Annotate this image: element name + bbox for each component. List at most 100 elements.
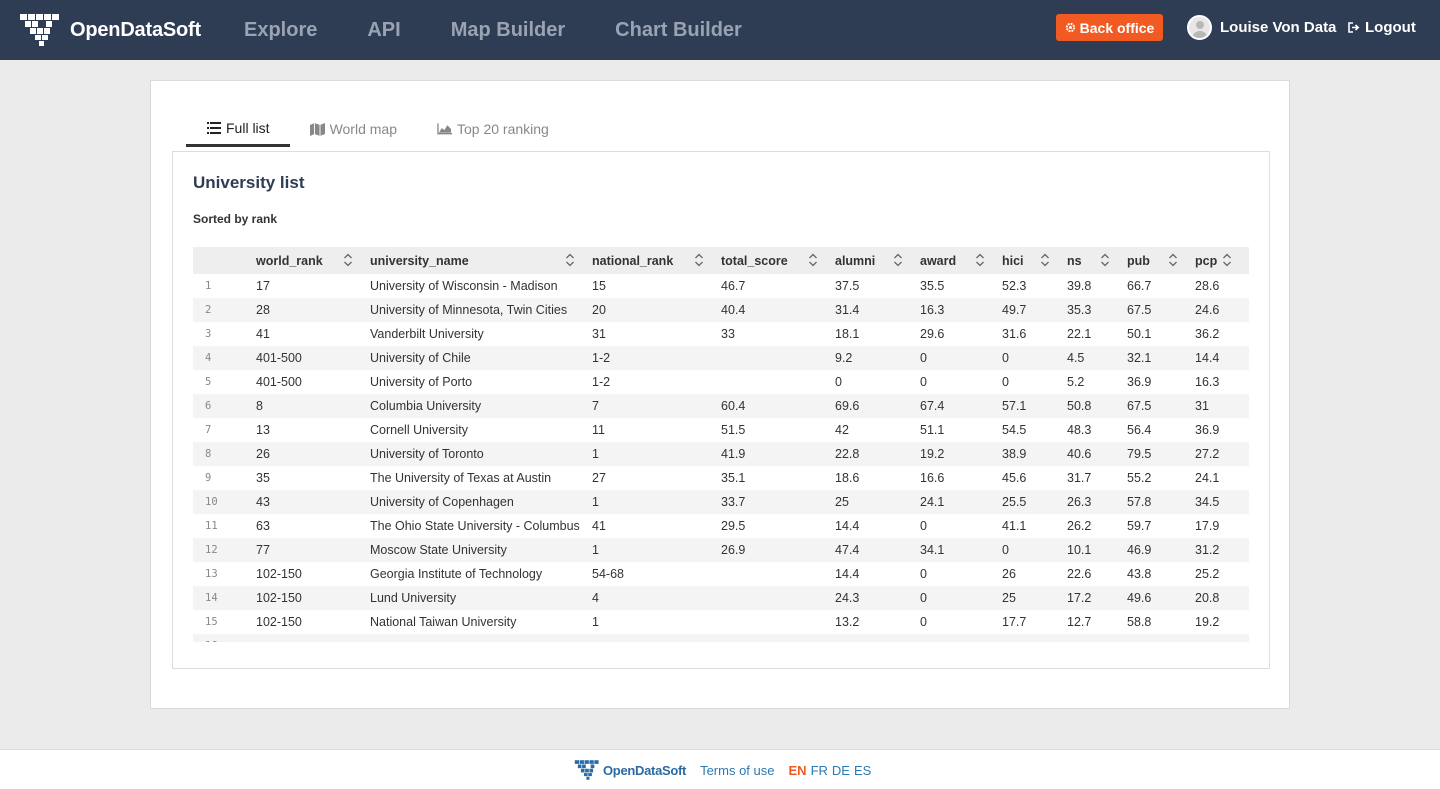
row-index: 5	[205, 376, 212, 388]
cell-hici: 49.7	[1002, 298, 1067, 322]
cell-national-rank: 11	[592, 423, 605, 437]
column-header-label: world_rank	[256, 254, 323, 268]
cell-national-rank: 1	[592, 538, 721, 562]
table-row[interactable]: 16	[193, 634, 1249, 642]
cell-total-score: 51.5	[721, 423, 746, 437]
table-row[interactable]: 7 13 Cornell University 11 51.5 42 51.1 54.5 48.…	[193, 418, 1249, 442]
table-scroll-area[interactable]: world_rank university_name national_rank to…	[193, 247, 1249, 642]
language-switcher: EN FR DE ES	[789, 763, 872, 778]
cell-award: 0	[920, 586, 1002, 610]
column-header-total-score[interactable]: total_score	[721, 247, 835, 274]
sort-icon[interactable]	[1222, 252, 1232, 268]
row-index: 13	[205, 568, 218, 580]
back-office-button[interactable]: Back office	[1056, 14, 1163, 41]
column-header-hici[interactable]: hici	[1002, 247, 1067, 274]
cell-ns: 17.2	[1067, 586, 1127, 610]
row-index: 9	[205, 472, 212, 484]
sort-icon[interactable]	[808, 252, 818, 268]
cell-hici: 57.1	[1002, 394, 1067, 418]
cell-ns: 4.5	[1067, 346, 1127, 370]
footer: OpenDataSoft Terms of use EN FR DE ES	[0, 749, 1440, 789]
nav-map-builder-link[interactable]: Map Builder	[451, 19, 565, 42]
cell-ns: 26.3	[1067, 490, 1127, 514]
sort-icon[interactable]	[565, 252, 575, 268]
cell-national-rank: 15	[592, 279, 606, 293]
nav-explore-link[interactable]: Explore	[244, 19, 317, 42]
table-row[interactable]: 13 102-150 Georgia Institute of Technology…	[193, 562, 1249, 586]
footer-logo-link[interactable]: OpenDataSoft	[574, 759, 686, 781]
column-header-label: university_name	[370, 254, 469, 268]
column-header-pub[interactable]: pub	[1127, 247, 1195, 274]
table-row[interactable]: 10 43 University of Copenhagen 1 33.7 25 24.1 2…	[193, 490, 1249, 514]
nav-chart-builder-link[interactable]: Chart Builder	[615, 19, 742, 42]
sort-icon[interactable]	[343, 252, 353, 268]
sort-icon[interactable]	[893, 252, 903, 268]
column-header-alumni[interactable]: alumni	[835, 247, 920, 274]
user-menu[interactable]: Louise Von Data	[1187, 15, 1336, 40]
list-icon	[206, 121, 221, 135]
table-row[interactable]: 1 17 University of Wisconsin - Madison 15 46…	[193, 274, 1249, 298]
sort-icon[interactable]	[1100, 252, 1110, 268]
logout-link[interactable]: Logout	[1348, 19, 1416, 36]
terms-of-use-link[interactable]: Terms of use	[700, 763, 774, 778]
cell-hici: 41.1	[1002, 519, 1027, 533]
cell-pub: 46.9	[1127, 538, 1195, 562]
column-header-ns[interactable]: ns	[1067, 247, 1127, 274]
language-es-link[interactable]: ES	[854, 763, 871, 778]
nav-api-link[interactable]: API	[367, 19, 400, 42]
table-row[interactable]: 2 28 University of Minnesota, Twin Cities 2…	[193, 298, 1249, 322]
row-index: 11	[205, 520, 218, 532]
table-row[interactable]: 9 35 The University of Texas at Austin 27 35…	[193, 466, 1249, 490]
cell-total-score	[721, 562, 835, 586]
cell-national-rank: 20	[592, 298, 721, 322]
table-row[interactable]: 5 401-500 University of Porto 1-2 0 0 0 5.2 36.9…	[193, 370, 1249, 394]
sort-icon[interactable]	[1040, 252, 1050, 268]
cell-total-score: 60.4	[721, 394, 835, 418]
cell-pub: 56.4	[1127, 423, 1152, 437]
tab-label: World map	[329, 121, 397, 137]
column-header-pcp[interactable]: pcp	[1195, 247, 1249, 274]
row-index: 2	[193, 298, 256, 322]
cell-award: 16.3	[920, 298, 1002, 322]
tab-full-list[interactable]: Full list	[186, 111, 290, 147]
cell-award: 29.6	[920, 327, 945, 341]
cell-total-score	[721, 634, 835, 642]
cell-pcp: 25.2	[1195, 567, 1220, 581]
column-header-university-name[interactable]: university_name	[370, 247, 592, 274]
table-row[interactable]: 14 102-150 Lund University 4 24.3 0 25 17.2 49.6…	[193, 586, 1249, 610]
cell-national-rank: 4	[592, 586, 721, 610]
cell-pcp: 36.2	[1195, 327, 1220, 341]
table-row[interactable]: 4 401-500 University of Chile 1-2 9.2 0 0 4.5 32…	[193, 346, 1249, 370]
cell-university-name	[370, 634, 592, 642]
language-en-link[interactable]: EN	[789, 763, 807, 778]
table-row[interactable]: 11 63 The Ohio State University - Columbus…	[193, 514, 1249, 538]
column-header-award[interactable]: award	[920, 247, 1002, 274]
cell-university-name: The Ohio State University - Columbus	[370, 519, 580, 533]
table-row[interactable]: 8 26 University of Toronto 1 41.9 22.8 19.2 38.…	[193, 442, 1249, 466]
table-row[interactable]: 15 102-150 National Taiwan University 1 13.2…	[193, 610, 1249, 634]
back-office-label: Back office	[1079, 19, 1155, 36]
cell-national-rank: 54-68	[592, 567, 624, 581]
panel-subtitle: Sorted by rank	[193, 212, 278, 226]
column-header-national-rank[interactable]: national_rank	[592, 247, 721, 274]
cell-award: 67.4	[920, 394, 1002, 418]
table-row[interactable]: 12 77 Moscow State University 1 26.9 47.4 34.1…	[193, 538, 1249, 562]
cell-national-rank	[592, 634, 721, 642]
language-fr-link[interactable]: FR	[811, 763, 828, 778]
cell-world-rank: 77	[256, 538, 370, 562]
tab-top-20-ranking[interactable]: Top 20 ranking	[417, 111, 569, 147]
cell-hici: 52.3	[1002, 279, 1027, 293]
sort-icon[interactable]	[975, 252, 985, 268]
brand-logo-link[interactable]: OpenDataSoft	[20, 12, 201, 48]
sort-icon[interactable]	[1168, 252, 1178, 268]
language-de-link[interactable]: DE	[832, 763, 850, 778]
column-header-world-rank[interactable]: world_rank	[256, 247, 370, 274]
row-index: 3	[205, 328, 212, 340]
column-header-label: alumni	[835, 254, 876, 268]
cell-university-name: University of Chile	[370, 346, 592, 370]
tab-world-map[interactable]: World map	[290, 111, 417, 147]
sort-icon[interactable]	[694, 252, 704, 268]
table-row[interactable]: 3 41 Vanderbilt University 31 33 18.1 29.6 31.6…	[193, 322, 1249, 346]
table-row[interactable]: 6 8 Columbia University 7 60.4 69.6 67.4 57.1 50…	[193, 394, 1249, 418]
cell-university-name: University of Copenhagen	[370, 490, 592, 514]
